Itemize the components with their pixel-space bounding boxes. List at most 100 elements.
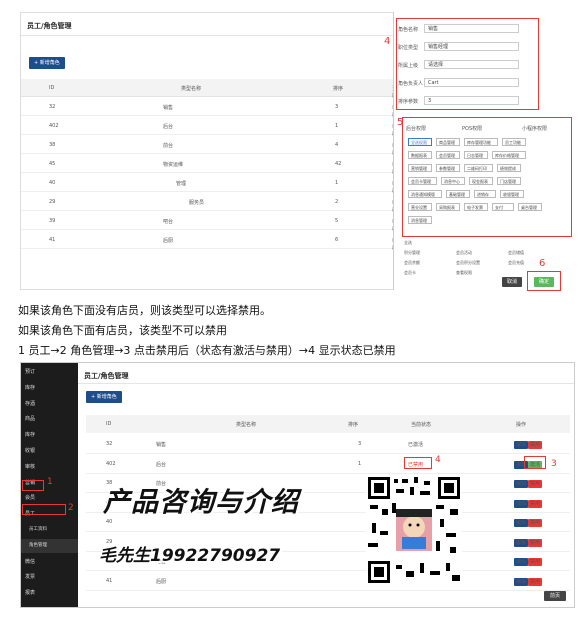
header-status: 当前状态 xyxy=(411,422,432,428)
edit-button[interactable]: 编辑 xyxy=(514,577,529,586)
cell-name: 管理 xyxy=(176,181,187,187)
prev-page-button[interactable]: 前页 xyxy=(544,591,566,601)
sidebar-item[interactable]: 微信 xyxy=(21,555,78,569)
cell-name: 前台 xyxy=(163,143,174,149)
add-role-button[interactable]: + 新增角色 xyxy=(86,391,122,403)
cell-id: 39 xyxy=(49,218,56,224)
table-row: 32 销售 3 已激活 编辑 禁用 xyxy=(86,435,570,454)
sidebar-item[interactable]: 审核 xyxy=(21,460,78,474)
bottom-screenshot: 预订 库存 存酒 商品 库存 收银 审核 营销 会员 员工 员工资料 角色管理 微信 发票 报表 1 2 员… xyxy=(20,362,575,608)
cell-sort: 5 xyxy=(335,218,339,224)
table-row: 39吧台5已启 xyxy=(21,212,401,232)
sidebar-item[interactable]: 预订 xyxy=(21,365,78,379)
table-row: 41 后厨 编辑 禁用 xyxy=(86,572,570,591)
edit-button[interactable]: 编辑 xyxy=(514,480,529,488)
cell-id: 402 xyxy=(106,460,116,467)
header-name: 类型名称 xyxy=(181,86,202,92)
highlight-box-5 xyxy=(402,117,572,237)
table-row: 40管理1已启 xyxy=(21,174,401,194)
sidebar-item[interactable]: 收银 xyxy=(21,444,78,458)
edit-button[interactable]: 编辑 xyxy=(514,558,529,566)
ad-title: 产品咨询与介绍 xyxy=(103,487,299,518)
header-actions: 操作 xyxy=(516,422,527,428)
disable-button[interactable]: 禁用 xyxy=(528,441,543,449)
cell-sort: 42 xyxy=(335,161,342,167)
cell-sort: 2 xyxy=(335,199,339,205)
highlight-box-1 xyxy=(22,480,44,491)
permission-checkbox[interactable]: 会员储值 xyxy=(508,250,524,256)
divider xyxy=(21,35,401,36)
header-name: 类型名称 xyxy=(236,422,257,428)
cell-name: 销售 xyxy=(156,442,167,448)
highlight-box-3 xyxy=(524,456,546,469)
sidebar-item[interactable]: 发票 xyxy=(21,570,78,584)
divider xyxy=(78,383,574,384)
sidebar-item[interactable]: 员工资料 xyxy=(21,523,78,537)
sidebar-item[interactable]: 商品 xyxy=(21,412,78,426)
sidebar-item[interactable]: 库存 xyxy=(21,381,78,395)
marker-4: 4 xyxy=(384,36,391,47)
disable-button[interactable]: 禁用 xyxy=(528,499,543,508)
cell-sort: 6 xyxy=(335,237,339,243)
permission-checkbox[interactable]: 会员积分设置 xyxy=(456,260,480,266)
cell-id: 29 xyxy=(49,199,56,205)
breadcrumb: 员工/角色管理 xyxy=(84,372,129,380)
cell-id: 40 xyxy=(49,180,56,186)
header-sort: 排序 xyxy=(333,86,344,92)
permission-checkbox[interactable]: 积分管理 xyxy=(404,250,420,256)
cell-name: 服务员 xyxy=(189,200,205,206)
table-row: 45物资运维42已启 xyxy=(21,155,401,175)
permission-checkbox[interactable]: 查看权限 xyxy=(456,270,472,276)
cell-id: 41 xyxy=(49,237,56,243)
disable-button[interactable]: 禁用 xyxy=(528,558,543,566)
cancel-button[interactable]: 取消 xyxy=(502,277,522,287)
ad-phone: 毛先生19922790927 xyxy=(99,546,281,566)
permission-checkbox[interactable]: 会员余额 xyxy=(404,260,420,266)
marker-6: 6 xyxy=(539,258,546,269)
sidebar-item[interactable]: 报表 xyxy=(21,586,78,600)
sidebar-item[interactable]: 存酒 xyxy=(21,397,78,411)
highlight-box-2 xyxy=(22,504,66,515)
highlight-box-4b xyxy=(404,457,432,469)
highlight-box-4 xyxy=(396,18,539,110)
cell-id: 32 xyxy=(106,441,113,447)
cell-name: 后厨 xyxy=(163,238,174,244)
cell-id: 402 xyxy=(49,123,59,129)
cell-id: 38 xyxy=(49,142,56,148)
cell-name: 销售 xyxy=(163,105,174,111)
table-row: 32销售3已启 xyxy=(21,98,401,118)
breadcrumb: 员工/角色管理 xyxy=(27,22,72,30)
sidebar-item[interactable]: 角色管理 xyxy=(21,538,78,553)
disable-button[interactable]: 禁用 xyxy=(528,577,543,586)
cell-id: 40 xyxy=(106,519,113,525)
cell-id: 32 xyxy=(49,104,56,110)
permission-checkbox[interactable]: 会员活动 xyxy=(456,250,472,256)
marker-2: 2 xyxy=(68,503,74,513)
cell-id: 41 xyxy=(106,577,113,584)
edit-button[interactable]: 编辑 xyxy=(514,441,529,449)
note-line-1: 如果该角色下面没有店员，则该类型可以选择禁用。 xyxy=(18,304,271,317)
table-row: 38前台4已启 xyxy=(21,136,401,156)
cell-name: 后厨 xyxy=(156,578,167,585)
sidebar-item[interactable]: 库存 xyxy=(21,428,78,442)
disable-button[interactable]: 禁用 xyxy=(528,519,543,527)
cell-status: 已激活 xyxy=(408,442,424,448)
permission-checkbox[interactable]: 会员充值 xyxy=(508,260,524,266)
disable-button[interactable]: 禁用 xyxy=(528,480,543,488)
disable-button[interactable]: 禁用 xyxy=(528,538,543,547)
cell-sort: 1 xyxy=(358,460,362,467)
header-sort: 排序 xyxy=(348,422,359,428)
header-id: ID xyxy=(49,85,55,91)
permission-checkbox[interactable]: 全选 xyxy=(404,240,412,246)
add-role-button[interactable]: + 新增角色 xyxy=(29,57,65,69)
note-line-3: 1 员工→2 角色管理→3 点击禁用后（状态有激活与禁用）→4 显示状态已禁用 xyxy=(18,344,396,357)
cell-id: 45 xyxy=(49,161,56,167)
qr-code xyxy=(366,475,462,585)
edit-button[interactable]: 编辑 xyxy=(514,519,529,527)
edit-button[interactable]: 编辑 xyxy=(514,538,529,547)
permission-checkbox[interactable]: 会员卡 xyxy=(404,270,416,276)
edit-button[interactable]: 编辑 xyxy=(514,499,529,508)
marker-1: 1 xyxy=(47,477,53,487)
table-header: ID 类型名称 排序 当前状态 操作 xyxy=(86,415,570,433)
cell-sort: 1 xyxy=(335,180,339,186)
